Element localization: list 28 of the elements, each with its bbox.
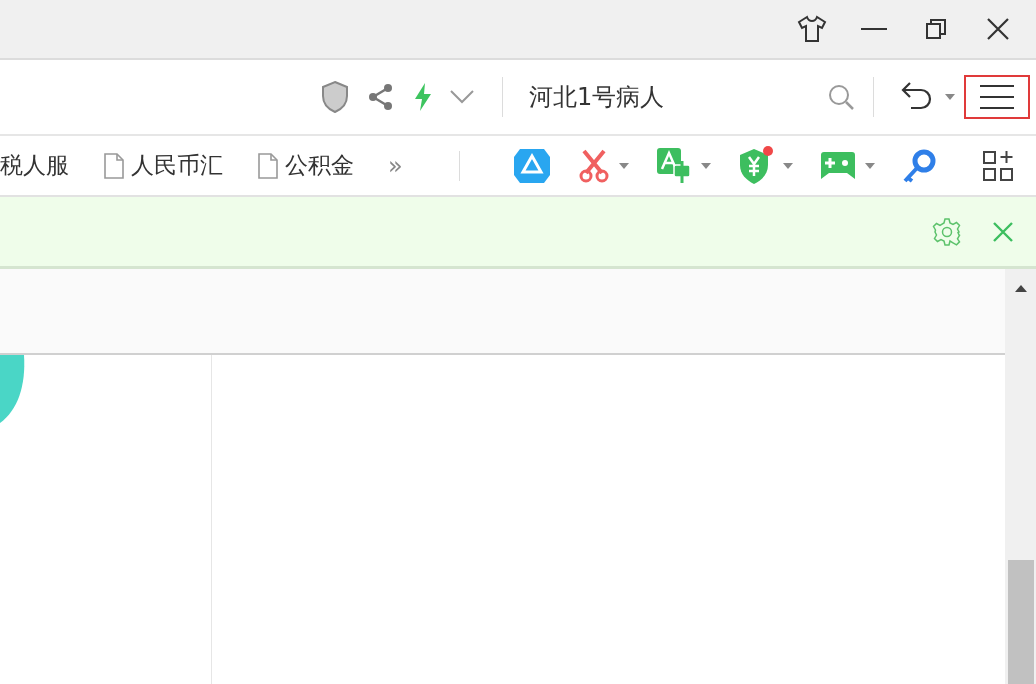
gamepad-icon [820,149,856,182]
triangle-logo-icon [512,146,552,185]
extension-button[interactable] [982,148,1014,183]
bookmark-link[interactable]: 税人服 [0,150,69,181]
notification-dot [762,144,774,157]
scrollbar-thumb[interactable] [1007,560,1034,684]
search-icon [827,83,855,111]
menu-icon [980,84,1014,110]
caret-icon [700,161,712,170]
quarter-circle-drawing [0,355,26,425]
caret-icon [618,161,630,170]
scissors-icon [578,148,610,183]
bookmark-link[interactable]: 公积金 [257,150,354,181]
restore-icon [925,18,947,40]
bookmark-link[interactable]: 人民币汇 [103,150,223,181]
minimize-icon [861,27,887,31]
translate-icon [656,146,692,185]
search-field[interactable]: 河北1号病人 [527,82,827,112]
caret-icon [782,161,794,170]
caret-icon [864,161,876,170]
more-bookmarks-button[interactable]: » [388,151,403,180]
menu-button[interactable] [964,75,1030,119]
close-icon [986,17,1010,41]
caret-icon [944,93,956,101]
apps-icon [982,148,1014,183]
page-icon [257,152,279,179]
page-icon [103,152,125,179]
scroll-up-icon[interactable] [1013,283,1028,293]
